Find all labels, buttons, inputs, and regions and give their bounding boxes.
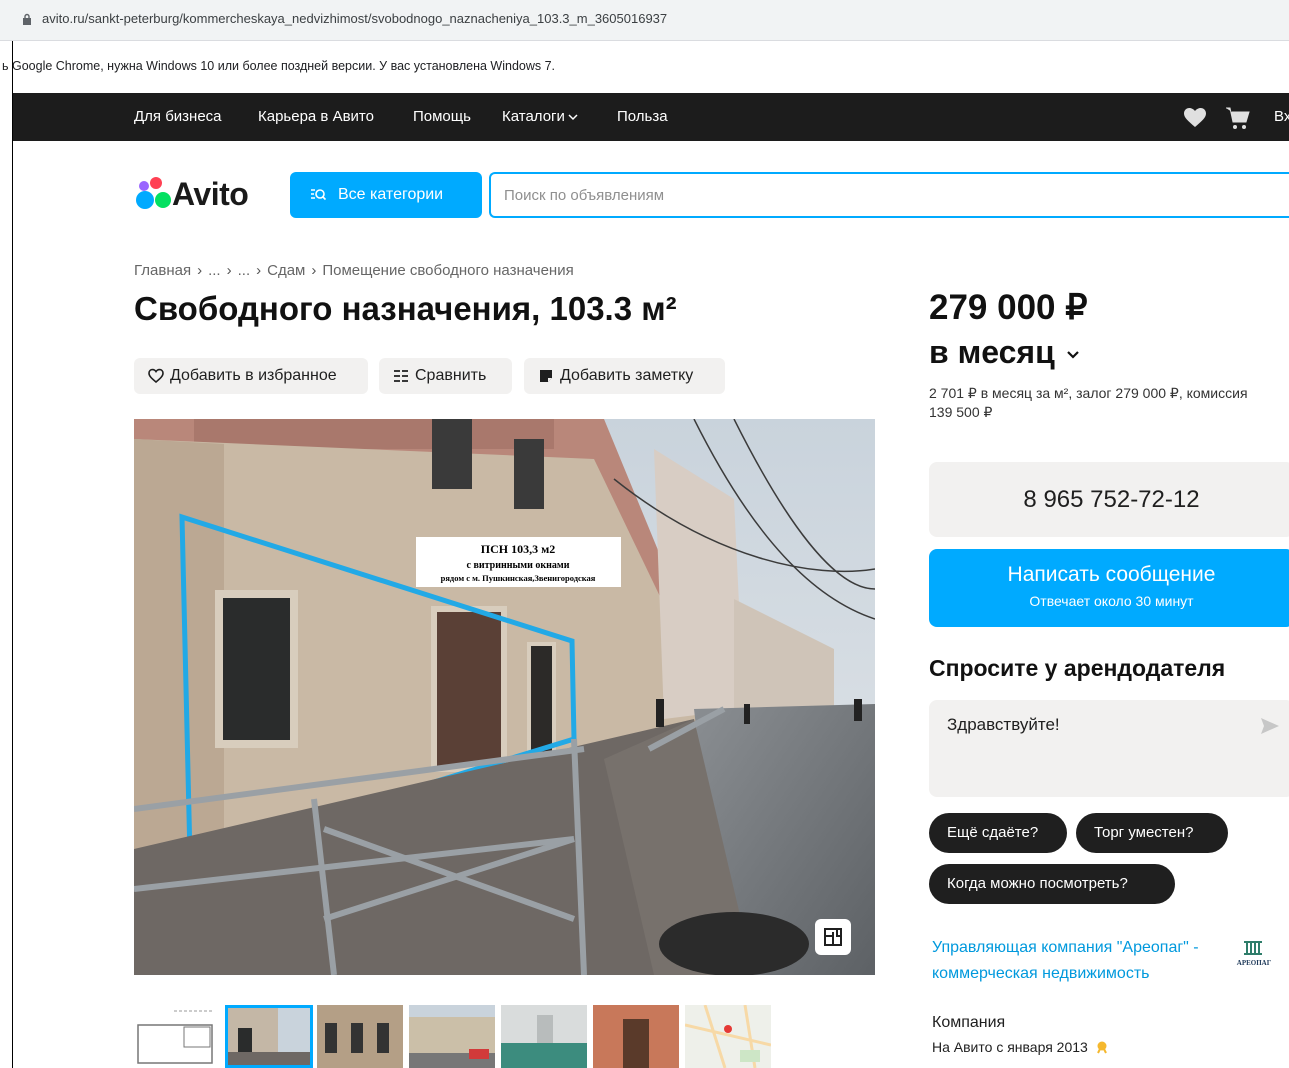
thumbnail-floorplan[interactable] [134,1005,220,1068]
thumbnail-map[interactable] [685,1005,771,1068]
price-details: 2 701 ₽ в месяц за м², залог 279 000 ₽, … [929,385,1248,420]
quick-question-viewing[interactable]: Когда можно посмотреть? [929,864,1175,904]
nav-link-help[interactable]: Помощь [413,108,471,125]
info-bar-text: ь Google Chrome, нужна Windows 10 или бо… [2,59,556,73]
breadcrumb-separator: › [311,262,317,279]
breadcrumb-collapsed-2[interactable]: ... [238,262,251,279]
quick-question-bargain[interactable]: Торг уместен? [1076,813,1228,853]
chip-label: Когда можно посмотреть? [947,875,1128,892]
thumbnail-image [501,1005,587,1068]
search-field[interactable] [489,172,1289,218]
seller-type: Компания [932,1014,1006,1031]
all-categories-button[interactable]: Все категории [290,172,482,218]
breadcrumb-home[interactable]: Главная [134,262,191,279]
thumbnail-image [228,1008,310,1065]
browser-address-bar[interactable]: avito.ru/sankt-peterburg/kommercheskaya_… [0,0,1289,41]
photo-sign-line2: с витринными окнами [467,560,570,571]
price-period-label: в месяц [929,334,1055,370]
breadcrumb-separator: › [197,262,203,279]
seller-since: На Авито с января 2013 [932,1039,1109,1055]
photo-sign-line3: рядом с м. Пушкинская,Звенигородская [441,573,596,583]
send-icon[interactable] [1260,717,1280,735]
seller-since-text: На Авито с января 2013 [932,1039,1088,1055]
seller-logo-text: АРЕОПАГ [1237,959,1272,967]
seller-logo[interactable]: АРЕОПАГ [1228,937,1280,983]
lock-icon [23,13,31,25]
breadcrumb-separator: › [226,262,232,279]
thumbnail-interior[interactable] [501,1005,587,1068]
thumbnail-image [685,1005,771,1068]
search-input[interactable] [502,186,1106,205]
seller-name-link[interactable]: Управляющая компания "Ареопаг" - коммерч… [932,935,1202,987]
top-navigation: Для бизнеса Карьера в Авито Помощь Катал… [13,93,1289,141]
badge-icon [1096,1041,1107,1054]
breadcrumb-category[interactable]: Помещение свободного назначения [322,262,573,279]
compare-label: Сравнить [415,367,487,384]
thumbnail-entrance[interactable] [593,1005,679,1068]
photo-sign-line1: ПСН 103,3 м2 [481,542,556,556]
phone-number: 8 965 752-72-12 [1023,486,1200,513]
write-message-label: Написать сообщение [1007,563,1216,586]
seller-logo-image: АРЕОПАГ [1228,937,1280,983]
avito-dots-icon [136,177,171,209]
chip-label: Ещё сдаёте? [947,824,1039,841]
avito-logo[interactable]: Avito [134,176,249,215]
message-input-box[interactable]: Здравствуйте! [929,700,1289,797]
window-edge [12,41,13,1068]
thumbnail-image [317,1005,403,1068]
floorplan-icon [824,928,842,946]
price-period-selector[interactable]: в месяц [929,334,1080,371]
chevron-down-icon [568,114,578,121]
compare-button[interactable]: Сравнить [379,358,512,394]
compare-icon [394,370,408,382]
thumbnail-image [593,1005,679,1068]
breadcrumb: Главная ›... ›... › Сдам › Помещение свободног… [134,262,574,279]
thumbnail-selected[interactable] [225,1005,313,1068]
ask-landlord-title: Спросите у арендодателя [929,655,1226,681]
add-note-button[interactable]: Добавить заметку [524,358,725,394]
listing-photo-image: ПСН 103,3 м2 с витринными окнами рядом с… [134,419,875,975]
note-icon [540,370,552,382]
nav-link-career[interactable]: Карьера в Авито [258,108,374,125]
listing-photo[interactable]: ПСН 103,3 м2 с витринными окнами рядом с… [134,419,875,975]
price: 279 000 ₽ [929,288,1088,327]
floorplan-button[interactable] [815,919,851,955]
show-phone-button[interactable]: 8 965 752-72-12 [929,462,1289,537]
heart-outline-icon [148,368,164,384]
thumbnail-image [409,1005,495,1068]
thumbnail-facade[interactable] [317,1005,403,1068]
message-input[interactable]: Здравствуйте! [947,715,1060,735]
thumbnail-image [134,1005,220,1068]
browser-info-bar: ь Google Chrome, нужна Windows 10 или бо… [0,41,1289,91]
categories-search-icon [311,189,326,201]
chip-label: Торг уместен? [1094,824,1194,841]
nav-link-catalogs-label: Каталоги [502,108,565,125]
add-to-favorites-button[interactable]: Добавить в избранное [134,358,368,394]
heart-icon[interactable] [1183,107,1207,128]
response-time: Отвечает около 30 минут [1029,593,1194,609]
nav-link-catalogs[interactable]: Каталоги [502,108,578,125]
page-title: Свободного назначения, 103.3 м² [134,290,677,327]
url-text[interactable]: avito.ru/sankt-peterburg/kommercheskaya_… [42,11,667,26]
breadcrumb-collapsed-1[interactable]: ... [208,262,221,279]
write-message-button[interactable]: Написать сообщение Отвечает около 30 мин… [929,549,1289,627]
nav-link-benefit[interactable]: Польза [617,108,668,125]
thumbnail-street[interactable] [409,1005,495,1068]
all-categories-label: Все категории [338,186,444,203]
quick-question-still-renting[interactable]: Ещё сдаёте? [929,813,1067,853]
nav-link-business[interactable]: Для бизнеса [134,108,222,125]
login-link[interactable]: Вх [1274,108,1289,125]
breadcrumb-separator: › [256,262,262,279]
add-to-favorites-label: Добавить в избранное [170,367,337,384]
cart-icon[interactable] [1225,106,1251,130]
add-note-label: Добавить заметку [560,367,694,384]
breadcrumb-rent[interactable]: Сдам [267,262,305,279]
logo-text: Avito [172,176,249,212]
chevron-down-icon [1066,350,1079,359]
